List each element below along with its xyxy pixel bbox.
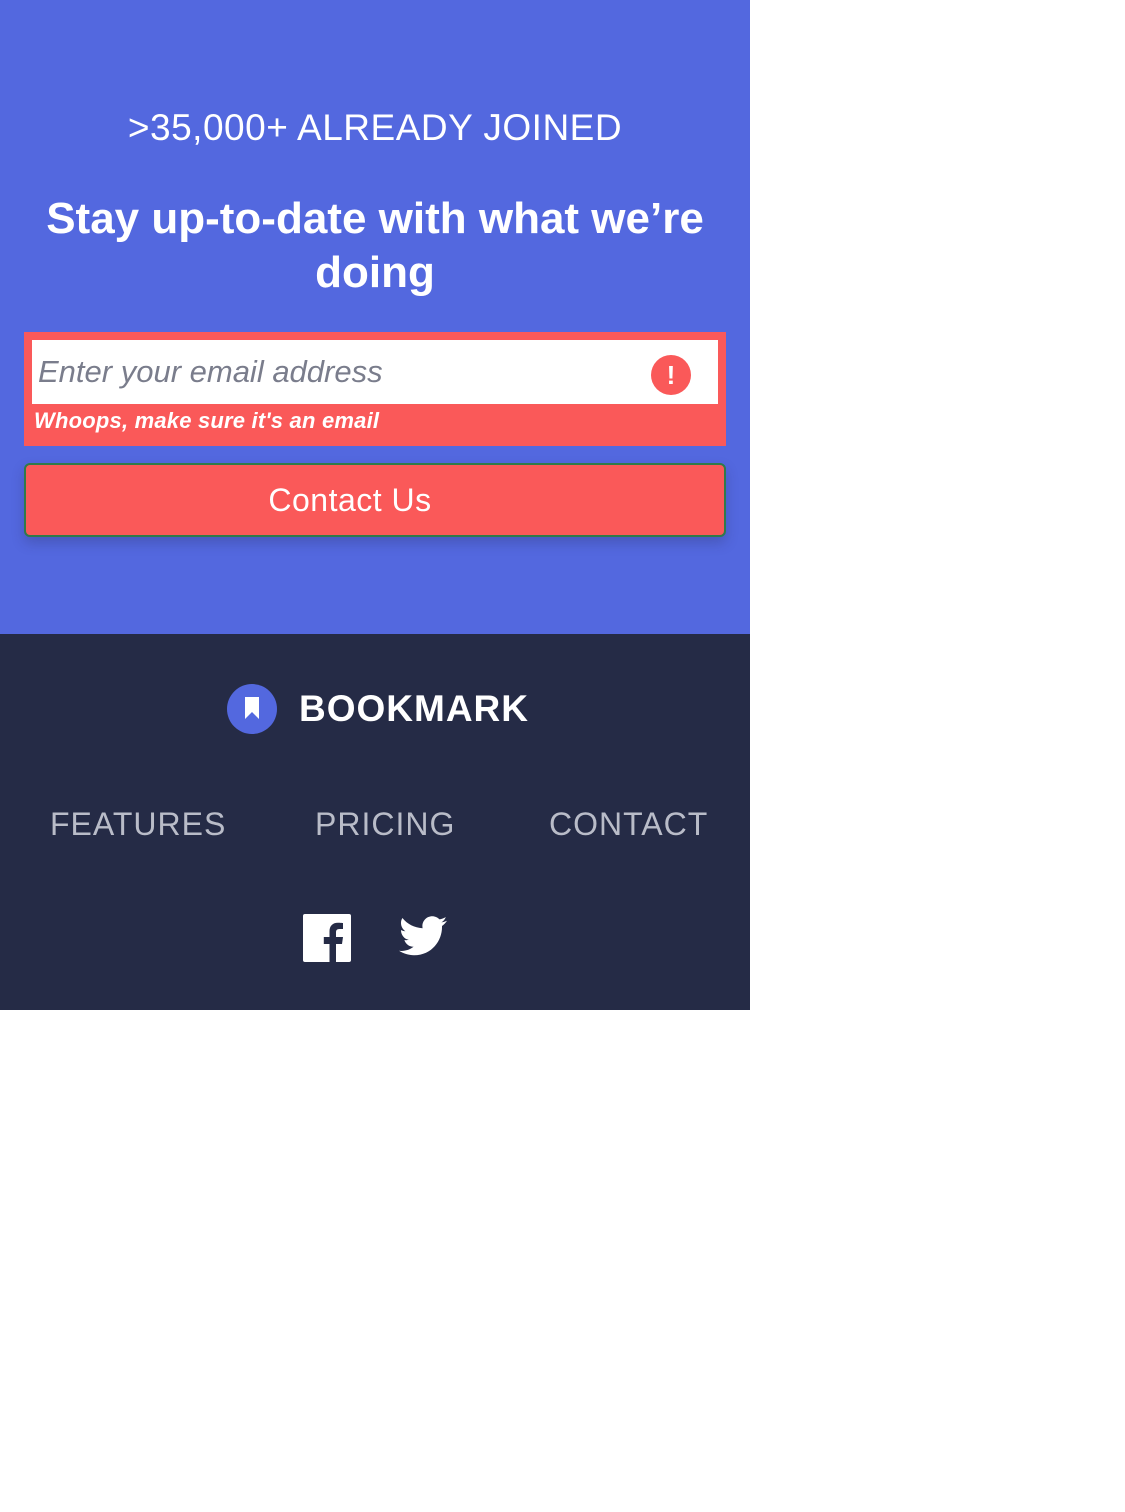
newsletter-heading: Stay up-to-date with what we’re doing — [46, 194, 704, 297]
bookmark-icon-glyph — [245, 697, 259, 719]
facebook-icon[interactable] — [303, 914, 351, 967]
footer-nav-contact[interactable]: CONTACT — [549, 804, 708, 844]
logo-text: BOOKMARK — [299, 688, 529, 729]
newsletter-section: >35,000+ ALREADY JOINED Stay up-to-date … — [0, 0, 750, 634]
twitter-icon[interactable] — [399, 916, 447, 961]
contact-us-button[interactable]: Contact Us — [24, 463, 726, 537]
email-input-wrapper: ! — [32, 340, 718, 404]
error-icon: ! — [651, 355, 691, 395]
footer-nav-features[interactable]: FEATURES — [50, 804, 226, 844]
page: >35,000+ ALREADY JOINED Stay up-to-date … — [0, 0, 750, 1010]
footer-logo[interactable]: BOOKMARK — [227, 684, 529, 734]
footer: BOOKMARK FEATURES PRICING CONTACT — [0, 634, 750, 1010]
joined-count-label: >35,000+ ALREADY JOINED — [127, 107, 623, 148]
footer-nav-pricing[interactable]: PRICING — [315, 804, 455, 844]
email-form-error-box: ! Whoops, make sure it's an email — [24, 332, 726, 446]
email-input[interactable] — [32, 340, 632, 404]
bookmark-icon — [227, 684, 277, 734]
email-error-message: Whoops, make sure it's an email — [34, 408, 380, 433]
footer-nav: FEATURES PRICING CONTACT — [0, 804, 750, 844]
